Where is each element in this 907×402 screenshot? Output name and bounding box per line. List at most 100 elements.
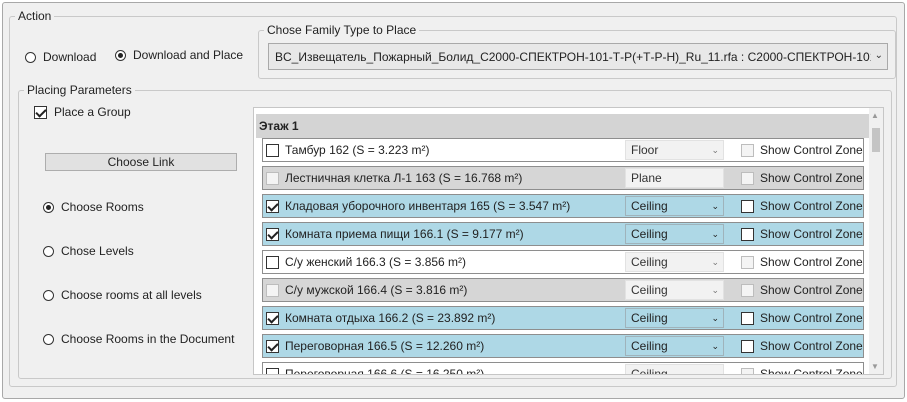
room-checkbox[interactable] bbox=[266, 283, 279, 297]
show-control-zone-checkbox[interactable] bbox=[741, 283, 754, 297]
chevron-down-icon: ⌄ bbox=[711, 145, 719, 155]
room-row[interactable]: Кладовая уборочного инвентаря 165 (S = 3… bbox=[262, 194, 864, 218]
vertical-scrollbar[interactable]: ▲ ▼ bbox=[869, 108, 883, 374]
room-checkbox[interactable] bbox=[266, 227, 279, 241]
place-group-check[interactable] bbox=[34, 105, 47, 119]
show-control-zone-label: Show Control Zone bbox=[760, 199, 863, 213]
chose-levels-label: Chose Levels bbox=[61, 244, 134, 258]
room-name: С/у женский 166.3 (S = 3.856 m²) bbox=[285, 255, 467, 269]
place-group-checkbox[interactable]: Place a Group bbox=[34, 105, 131, 119]
download-and-place-radio[interactable]: Download and Place bbox=[115, 48, 243, 62]
room-checkbox[interactable] bbox=[266, 367, 279, 374]
choose-link-button[interactable]: Choose Link bbox=[45, 153, 237, 171]
family-type-group-title: Chose Family Type to Place bbox=[267, 23, 417, 37]
family-type-value: BC_Извещатель_Пожарный_Болид_C2000-СПЕКТ… bbox=[275, 49, 871, 64]
room-checkbox[interactable] bbox=[266, 339, 279, 353]
show-control-zone-checkbox[interactable] bbox=[741, 255, 754, 269]
show-control-zone-label: Show Control Zone bbox=[760, 171, 863, 185]
chevron-down-icon: ⌄ bbox=[711, 257, 719, 267]
placement-select[interactable]: Ceiling ⌄ bbox=[625, 252, 724, 272]
place-group-label: Place a Group bbox=[54, 105, 131, 119]
room-checkbox[interactable] bbox=[266, 311, 279, 325]
room-row[interactable]: Переговорная 166.6 (S = 16.250 m²) Ceili… bbox=[262, 362, 864, 375]
rooms-list[interactable]: Этаж 1 Тамбур 162 (S = 3.223 m²) Floor ⌄ … bbox=[253, 107, 884, 375]
scroll-up-icon[interactable]: ▲ bbox=[871, 111, 879, 120]
placement-select[interactable]: Floor ⌄ bbox=[625, 140, 724, 160]
chevron-down-icon: ⌄ bbox=[711, 201, 719, 211]
room-row[interactable]: Лестничная клетка Л-1 163 (S = 16.768 m²… bbox=[262, 166, 864, 190]
placement-select[interactable]: Ceiling ⌄ bbox=[625, 224, 724, 244]
show-control-zone[interactable]: Show Control Zone bbox=[741, 311, 863, 325]
placement-select[interactable]: Ceiling bbox=[625, 364, 724, 375]
chose-levels-radio-dot[interactable] bbox=[43, 245, 54, 257]
room-checkbox[interactable] bbox=[266, 171, 279, 185]
placement-value: Ceiling bbox=[631, 227, 668, 241]
room-name: Переговорная 166.6 (S = 16.250 m²) bbox=[285, 367, 485, 375]
choose-rooms-all-levels-radio[interactable]: Choose rooms at all levels bbox=[43, 288, 202, 302]
placement-select[interactable]: Ceiling ⌄ bbox=[625, 196, 724, 216]
show-control-zone[interactable]: Show Control Zone bbox=[741, 171, 863, 185]
show-control-zone-checkbox[interactable] bbox=[741, 367, 754, 374]
room-name: Комната отдыха 166.2 (S = 23.892 m²) bbox=[285, 311, 496, 325]
placement-value: Ceiling bbox=[631, 367, 668, 375]
download-radio-label: Download bbox=[43, 50, 97, 64]
choose-rooms-radio[interactable]: Choose Rooms bbox=[43, 200, 144, 214]
download-radio[interactable]: Download bbox=[25, 50, 96, 64]
show-control-zone-checkbox[interactable] bbox=[741, 227, 754, 241]
room-checkbox[interactable] bbox=[266, 143, 279, 157]
show-control-zone-checkbox[interactable] bbox=[741, 143, 754, 157]
room-name: Лестничная клетка Л-1 163 (S = 16.768 m²… bbox=[285, 171, 523, 185]
room-checkbox[interactable] bbox=[266, 255, 279, 269]
show-control-zone[interactable]: Show Control Zone bbox=[741, 199, 863, 213]
choose-rooms-document-radio-dot[interactable] bbox=[43, 333, 54, 345]
show-control-zone-checkbox[interactable] bbox=[741, 171, 754, 185]
room-row[interactable]: Комната приема пищи 166.1 (S = 9.177 m²)… bbox=[262, 222, 864, 246]
chevron-down-icon: ⌄ bbox=[711, 285, 719, 295]
download-and-place-radio-dot[interactable] bbox=[115, 49, 126, 61]
room-row[interactable]: С/у мужской 166.4 (S = 3.816 m²) Ceiling… bbox=[262, 278, 864, 302]
room-checkbox[interactable] bbox=[266, 199, 279, 213]
chevron-down-icon[interactable]: ⌄ bbox=[875, 50, 883, 61]
placement-select[interactable]: Ceiling ⌄ bbox=[625, 336, 724, 356]
show-control-zone[interactable]: Show Control Zone bbox=[741, 283, 863, 297]
placement-value: Plane bbox=[631, 171, 662, 185]
room-name: Переговорная 166.5 (S = 12.260 m²) bbox=[285, 339, 485, 353]
show-control-zone-checkbox[interactable] bbox=[741, 311, 754, 325]
show-control-zone[interactable]: Show Control Zone bbox=[741, 339, 863, 353]
room-row[interactable]: С/у женский 166.3 (S = 3.856 m²) Ceiling… bbox=[262, 250, 864, 274]
show-control-zone-label: Show Control Zone bbox=[760, 143, 863, 157]
show-control-zone-label: Show Control Zone bbox=[760, 227, 863, 241]
placing-parameters-title: Placing Parameters bbox=[27, 83, 132, 97]
chose-levels-radio[interactable]: Chose Levels bbox=[43, 244, 134, 258]
download-radio-dot[interactable] bbox=[25, 51, 36, 63]
placement-value: Ceiling bbox=[631, 311, 668, 325]
placement-select[interactable]: Plane bbox=[625, 168, 724, 188]
scroll-down-icon[interactable]: ▼ bbox=[871, 362, 879, 371]
family-type-select[interactable]: BC_Извещатель_Пожарный_Болид_C2000-СПЕКТ… bbox=[268, 43, 888, 70]
show-control-zone-label: Show Control Zone bbox=[760, 311, 863, 325]
placement-select[interactable]: Ceiling ⌄ bbox=[625, 308, 724, 328]
room-row[interactable]: Тамбур 162 (S = 3.223 m²) Floor ⌄ Show Co… bbox=[262, 138, 864, 162]
show-control-zone-label: Show Control Zone bbox=[760, 367, 863, 375]
chevron-down-icon: ⌄ bbox=[711, 229, 719, 239]
room-name: Комната приема пищи 166.1 (S = 9.177 m²) bbox=[285, 227, 524, 241]
show-control-zone-checkbox[interactable] bbox=[741, 199, 754, 213]
show-control-zone-checkbox[interactable] bbox=[741, 339, 754, 353]
dialog-window: Action Download Download and Place Chose… bbox=[2, 2, 905, 399]
room-row[interactable]: Комната отдыха 166.2 (S = 23.892 m²) Cei… bbox=[262, 306, 864, 330]
scrollbar-thumb[interactable] bbox=[872, 128, 880, 152]
room-row[interactable]: Переговорная 166.5 (S = 12.260 m²) Ceili… bbox=[262, 334, 864, 358]
placement-select[interactable]: Ceiling ⌄ bbox=[625, 280, 724, 300]
action-group-title: Action bbox=[18, 9, 52, 23]
choose-rooms-radio-dot[interactable] bbox=[43, 201, 54, 213]
choose-rooms-label: Choose Rooms bbox=[61, 200, 144, 214]
show-control-zone[interactable]: Show Control Zone bbox=[741, 367, 863, 375]
show-control-zone[interactable]: Show Control Zone bbox=[741, 227, 863, 241]
show-control-zone[interactable]: Show Control Zone bbox=[741, 143, 863, 157]
show-control-zone[interactable]: Show Control Zone bbox=[741, 255, 863, 269]
choose-rooms-all-levels-label: Choose rooms at all levels bbox=[61, 288, 202, 302]
placement-value: Ceiling bbox=[631, 339, 668, 353]
choose-rooms-document-radio[interactable]: Choose Rooms in the Document bbox=[43, 332, 234, 346]
choose-rooms-all-levels-radio-dot[interactable] bbox=[43, 289, 54, 301]
download-and-place-radio-label: Download and Place bbox=[133, 48, 244, 62]
